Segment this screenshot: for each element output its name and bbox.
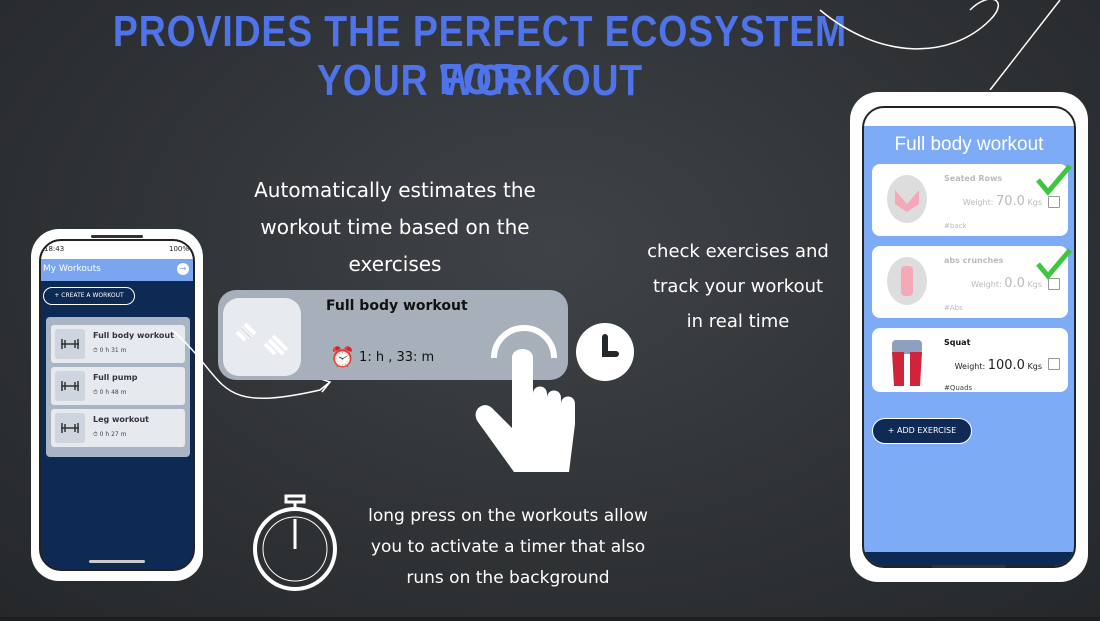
minutes-label: m [120, 431, 127, 438]
workout-time: ⏱ 0 h 48 m [93, 389, 127, 396]
workout-hours: 0 [99, 347, 104, 354]
workout-card-time-text: 1: h , 33: m [359, 350, 435, 365]
check-mark-icon [1036, 248, 1072, 280]
workout-detail-title: Full body workout [894, 134, 1044, 155]
headline-line-2: YOUR WORKOUT [316, 56, 644, 105]
workout-time: ⏱ 0 h 31 m [93, 347, 127, 354]
weight-value: 70.0 [996, 194, 1025, 209]
workout-name: Full body workout [93, 331, 174, 340]
workout-card-title: Full body workout [326, 298, 468, 314]
right-phone-screen: Full body workout Seated Rows Weight: 70… [862, 106, 1076, 568]
quads-muscle-icon [880, 336, 934, 390]
hours-label: h [105, 431, 110, 438]
alarm-clock-icon: ⏰ [330, 345, 355, 369]
hours-label: h [105, 347, 110, 354]
status-bar [864, 108, 1074, 126]
longpress-caption-line: long press on the workouts allow [368, 506, 648, 526]
chalk-swirl-decoration [819, 0, 1061, 90]
check-caption: check exercises and track your workout i… [628, 234, 848, 339]
weight-label: Weight: [954, 362, 986, 371]
exercise-tag: #back [944, 222, 967, 230]
dumbbell-icon [55, 371, 85, 401]
exercise-checkbox[interactable] [1048, 358, 1060, 370]
exercise-name: Squat [944, 338, 971, 347]
estimate-caption: Automatically estimates the workout time… [210, 172, 580, 283]
hours-label: h [105, 389, 110, 396]
weight-value: 100.0 [987, 358, 1025, 373]
workout-minutes: 48 [111, 389, 119, 396]
abs-muscle-icon [880, 254, 934, 308]
exercise-tag: #Abs [944, 304, 963, 312]
weight-unit: Kgs [1027, 362, 1043, 371]
dumbbell-icon [55, 329, 85, 359]
exercise-weight: Weight: 100.0 Kgs [955, 358, 1042, 373]
stopwatch-icon [253, 494, 337, 591]
longpress-caption: long press on the workouts allow you to … [348, 501, 668, 594]
weight-label: Weight: [971, 280, 1002, 289]
phone-notch [91, 235, 143, 238]
minutes-label: m [120, 347, 127, 354]
workout-hours: 0 [99, 389, 104, 396]
workout-item[interactable]: Full body workout ⏱ 0 h 31 m [51, 325, 185, 363]
clock-icon [576, 323, 634, 381]
workout-time: ⏱ 0 h 27 m [93, 431, 127, 438]
workout-name: Leg workout [93, 415, 149, 424]
exercise-weight: Weight: 70.0 Kgs [963, 194, 1042, 209]
check-mark-icon [1036, 164, 1072, 196]
app-title: My Workouts [43, 264, 101, 274]
exercise-name: Seated Rows [944, 174, 1003, 183]
estimate-caption-line: exercises [348, 252, 442, 276]
workout-name: Full pump [93, 373, 138, 382]
workout-list: Full body workout ⏱ 0 h 31 m Full pump ⏱… [46, 317, 190, 457]
bottom-strip [0, 617, 1100, 621]
app-bar: My Workouts → [41, 259, 193, 281]
home-indicator [89, 560, 145, 563]
estimate-caption-line: workout time based on the [260, 215, 530, 239]
weight-value: 0.0 [1004, 276, 1025, 291]
check-caption-line: track your workout [652, 276, 824, 297]
back-muscle-icon [880, 172, 934, 226]
app-menu-icon[interactable]: → [177, 263, 189, 275]
workout-item[interactable]: Leg workout ⏱ 0 h 27 m [51, 409, 185, 447]
check-caption-line: in real time [686, 311, 790, 332]
workout-hours: 0 [99, 431, 104, 438]
status-bar: 18:43 100% [41, 241, 193, 259]
workout-card-time: ⏰ 1: h , 33: m [330, 345, 434, 369]
add-exercise-button[interactable]: + ADD EXERCISE [872, 418, 972, 444]
exercise-weight: Weight: 0.0 Kgs [971, 276, 1042, 291]
status-battery: 100% [168, 245, 189, 253]
home-indicator [932, 565, 1006, 568]
minutes-label: m [120, 389, 127, 396]
right-phone-mockup: Full body workout Seated Rows Weight: 70… [850, 92, 1088, 582]
dumbbell-icon [55, 413, 85, 443]
status-time: 18:43 [44, 245, 65, 253]
bottom-nav-bar [864, 552, 1074, 566]
longpress-caption-line: runs on the background [406, 568, 610, 588]
workout-minutes: 27 [111, 431, 119, 438]
estimate-caption-line: Automatically estimates the [254, 178, 536, 202]
workout-minutes: 31 [111, 347, 119, 354]
longpress-caption-line: you to activate a timer that also [370, 537, 646, 557]
dumbbells-icon [223, 298, 301, 376]
weight-unit: Kgs [1027, 198, 1043, 207]
tap-hand-icon [475, 325, 575, 472]
exercise-tag: #Quads [944, 384, 973, 392]
workout-item[interactable]: Full pump ⏱ 0 h 48 m [51, 367, 185, 405]
check-caption-line: check exercises and [647, 241, 829, 262]
weight-label: Weight: [962, 198, 994, 207]
exercise-name: abs crunches [944, 256, 1004, 265]
exercise-card[interactable]: Squat Weight: 100.0 Kgs #Quads [872, 328, 1068, 392]
create-workout-button[interactable]: + CREATE A WORKOUT [43, 287, 135, 305]
